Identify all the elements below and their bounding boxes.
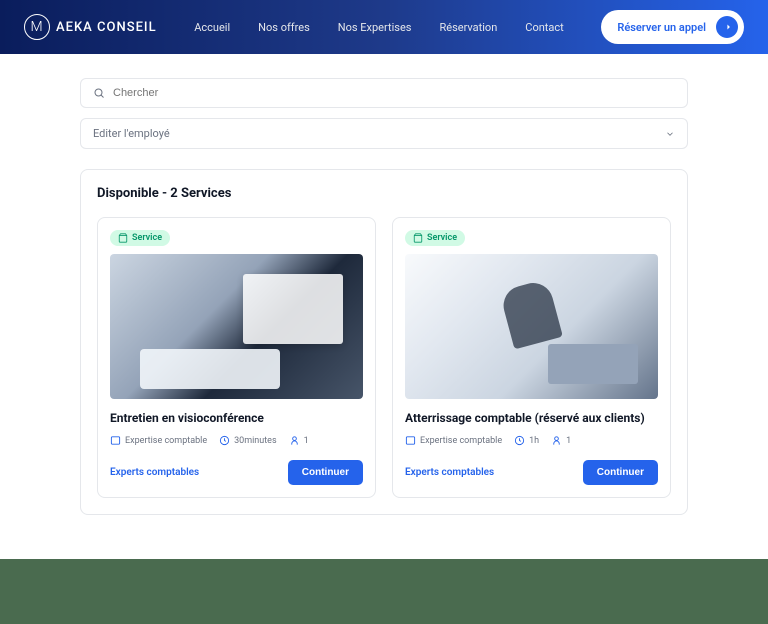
cta-label: Réserver un appel <box>617 21 706 34</box>
duration-meta: 1h <box>514 435 539 446</box>
services-panel: Disponible - 2 Services Service Entretie… <box>80 169 688 515</box>
panel-title: Disponible - 2 Services <box>97 186 671 201</box>
brand-logo[interactable]: M AEKA CONSEIL <box>24 14 157 40</box>
category-meta: Expertise comptable <box>110 435 207 446</box>
service-meta: Expertise comptable 1h 1 <box>405 435 658 446</box>
arrow-right-icon <box>716 16 738 38</box>
service-meta: Expertise comptable 30minutes 1 <box>110 435 363 446</box>
clock-icon <box>219 435 230 446</box>
service-title: Entretien en visioconférence <box>110 411 363 425</box>
nav-offres[interactable]: Nos offres <box>258 21 310 34</box>
service-card: Service Atterrissage comptable (réservé … <box>392 217 671 498</box>
nav-reservation[interactable]: Réservation <box>439 21 497 34</box>
folder-icon <box>110 435 121 446</box>
service-cards: Service Entretien en visioconférence Exp… <box>97 217 671 498</box>
page-footer <box>0 559 768 624</box>
bag-icon <box>118 233 128 243</box>
nav-expertises[interactable]: Nos Expertises <box>338 21 412 34</box>
service-badge: Service <box>110 230 170 246</box>
experts-link[interactable]: Experts comptables <box>110 467 199 478</box>
clock-icon <box>514 435 525 446</box>
card-footer: Experts comptables Continuer <box>405 460 658 485</box>
service-title: Atterrissage comptable (réservé aux clie… <box>405 411 658 425</box>
badge-label: Service <box>132 233 162 243</box>
continue-button[interactable]: Continuer <box>583 460 658 485</box>
folder-icon <box>405 435 416 446</box>
chevron-down-icon <box>665 129 675 139</box>
logo-icon: M <box>24 14 50 40</box>
capacity-meta: 1 <box>551 435 571 446</box>
search-input[interactable] <box>113 87 675 99</box>
search-container[interactable] <box>80 78 688 108</box>
service-image <box>405 254 658 399</box>
card-footer: Experts comptables Continuer <box>110 460 363 485</box>
continue-button[interactable]: Continuer <box>288 460 363 485</box>
logo-text: AEKA CONSEIL <box>56 20 157 35</box>
service-badge: Service <box>405 230 465 246</box>
nav-contact[interactable]: Contact <box>525 21 563 34</box>
nav-accueil[interactable]: Accueil <box>194 21 230 34</box>
duration-meta: 30minutes <box>219 435 277 446</box>
category-meta: Expertise comptable <box>405 435 502 446</box>
experts-link[interactable]: Experts comptables <box>405 467 494 478</box>
bag-icon <box>413 233 423 243</box>
employee-select[interactable]: Editer l'employé <box>80 118 688 149</box>
service-card: Service Entretien en visioconférence Exp… <box>97 217 376 498</box>
main-nav: Accueil Nos offres Nos Expertises Réserv… <box>194 21 564 34</box>
person-icon <box>289 435 300 446</box>
search-icon <box>93 87 105 99</box>
service-image <box>110 254 363 399</box>
select-label: Editer l'employé <box>93 127 170 140</box>
main-content: Editer l'employé Disponible - 2 Services… <box>0 54 768 539</box>
capacity-meta: 1 <box>289 435 309 446</box>
reserve-call-button[interactable]: Réserver un appel <box>601 10 744 44</box>
top-header: M AEKA CONSEIL Accueil Nos offres Nos Ex… <box>0 0 768 54</box>
person-icon <box>551 435 562 446</box>
badge-label: Service <box>427 233 457 243</box>
